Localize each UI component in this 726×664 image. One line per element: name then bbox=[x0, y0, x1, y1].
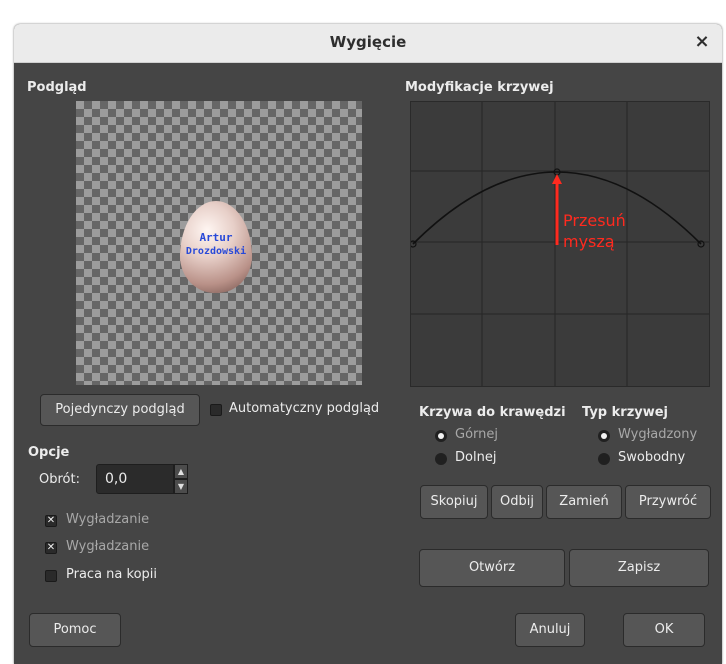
copy-button[interactable]: Skopiuj bbox=[420, 485, 488, 519]
swap-label: Zamień bbox=[559, 494, 609, 509]
reset-button[interactable]: Przywróć bbox=[625, 485, 711, 519]
preview-canvas: Artur Drozdowski bbox=[76, 101, 362, 385]
auto-preview-label: Automatyczny podgląd bbox=[229, 401, 380, 416]
edge-heading: Krzywa do krawędzi bbox=[419, 405, 566, 420]
close-icon[interactable]: × bbox=[692, 32, 712, 52]
cancel-label: Anuluj bbox=[529, 622, 571, 637]
help-label: Pomoc bbox=[53, 622, 97, 637]
ok-button[interactable]: OK bbox=[623, 613, 705, 647]
curve-free-label: Swobodny bbox=[618, 450, 686, 465]
chevron-up-icon[interactable]: ▲ bbox=[174, 464, 188, 479]
annotation-line-1: Przesuń bbox=[563, 211, 626, 230]
copy-label: Skopiuj bbox=[430, 494, 478, 509]
curve-bend-dialog: Wygięcie × Podgląd Artur Drozdowski Poje… bbox=[14, 24, 722, 664]
edge-lower-radio[interactable] bbox=[435, 453, 447, 465]
curve-graph[interactable] bbox=[411, 102, 709, 386]
egg-text-line-1: Artur bbox=[199, 231, 233, 244]
curve-heading: Modyfikacje krzywej bbox=[405, 80, 554, 95]
edge-upper-label: Górnej bbox=[455, 427, 498, 442]
save-label: Zapisz bbox=[617, 560, 661, 575]
open-label: Otwórz bbox=[468, 560, 516, 575]
dialog-title: Wygięcie bbox=[329, 33, 407, 51]
work-on-copy-label: Praca na kopii bbox=[66, 567, 157, 582]
check-icon: ✕ bbox=[46, 515, 56, 526]
smoothing-label-1: Wygładzanie bbox=[66, 512, 150, 527]
annotation-text: Przesuń myszą bbox=[563, 210, 626, 252]
single-preview-label: Pojedynczy podgląd bbox=[55, 402, 185, 417]
rotation-input[interactable]: 0,0 bbox=[96, 464, 174, 494]
curve-smooth-radio[interactable] bbox=[598, 430, 610, 442]
open-button[interactable]: Otwórz bbox=[419, 549, 565, 587]
mirror-button[interactable]: Odbij bbox=[491, 485, 543, 519]
mirror-label: Odbij bbox=[500, 494, 534, 509]
single-preview-button[interactable]: Pojedynczy podgląd bbox=[40, 394, 200, 426]
swap-button[interactable]: Zamień bbox=[546, 485, 622, 519]
check-icon: ✕ bbox=[46, 542, 56, 553]
preview-egg-image: Artur Drozdowski bbox=[180, 201, 252, 293]
annotation-arrowhead bbox=[552, 174, 562, 184]
help-button[interactable]: Pomoc bbox=[29, 613, 121, 647]
curve-type-heading: Typ krzywej bbox=[582, 405, 669, 420]
work-on-copy-checkbox[interactable] bbox=[45, 570, 57, 582]
auto-preview-checkbox[interactable] bbox=[210, 404, 222, 416]
egg-text-line-2: Drozdowski bbox=[185, 246, 247, 257]
edge-lower-label: Dolnej bbox=[455, 450, 497, 465]
annotation-line-2: myszą bbox=[563, 232, 615, 251]
cancel-button[interactable]: Anuluj bbox=[515, 613, 585, 647]
options-heading: Opcje bbox=[28, 445, 70, 460]
curve-editor[interactable]: Przesuń myszą bbox=[410, 101, 710, 387]
smoothing-checkbox-1[interactable]: ✕ bbox=[45, 515, 57, 527]
curve-smooth-label: Wygładzony bbox=[618, 427, 698, 442]
preview-heading: Podgląd bbox=[27, 80, 87, 95]
edge-upper-radio[interactable] bbox=[435, 430, 447, 442]
smoothing-label-2: Wygładzanie bbox=[66, 539, 150, 554]
save-button[interactable]: Zapisz bbox=[569, 549, 709, 587]
curve-free-radio[interactable] bbox=[598, 453, 610, 465]
rotation-label: Obrót: bbox=[39, 472, 80, 487]
title-bar[interactable]: Wygięcie × bbox=[14, 24, 722, 63]
curve-grid bbox=[411, 102, 709, 386]
ok-label: OK bbox=[654, 622, 674, 637]
smoothing-checkbox-2[interactable]: ✕ bbox=[45, 542, 57, 554]
chevron-down-icon[interactable]: ▼ bbox=[174, 479, 188, 494]
reset-label: Przywróć bbox=[638, 494, 698, 509]
